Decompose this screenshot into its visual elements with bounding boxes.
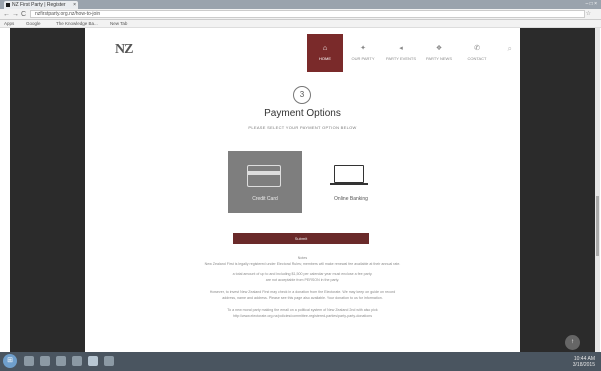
nav-contact[interactable]: ✆ CONTACT [459,34,495,72]
page-title: Payment Options [264,108,341,119]
left-sidebar [10,28,85,352]
bookmark-knowledge-base[interactable]: The Knowledge Ba... [56,20,98,28]
fine-print-line: address, name and address. Please see th… [222,296,383,300]
window-controls[interactable]: – □ × [586,1,598,7]
online-banking-label: Online Banking [334,196,368,202]
browser-titlebar: NZ First Party | Register × – □ × [0,0,601,9]
page-scrollbar[interactable] [595,28,600,352]
explorer-icon[interactable] [24,356,34,366]
star-icon: ✦ [360,45,366,52]
main-nav: ⌂ HOME ✦ OUR PARTY ◂ PARTY EVENTS ❖ PART… [307,34,497,72]
news-icon: ❖ [435,45,443,52]
payment-section: 3 Payment Options PLEASE SELECT YOUR PAY… [85,80,520,352]
system-clock[interactable]: 10:44 AM 3/18/2015 [573,356,595,368]
scrollbar-thumb[interactable] [596,196,599,256]
bookmarks-bar: Apps Google The Knowledge Ba... New Tab [0,20,601,28]
credit-card-label: Credit Card [252,196,278,202]
payment-option-credit-card[interactable]: Credit Card [228,151,302,213]
laptop-icon [334,165,364,183]
bookmark-google[interactable]: Google [26,20,41,28]
fine-print-line: a total amount of up to and including $1… [232,272,373,276]
tab-title: NZ First Party | Register [12,2,66,8]
right-sidebar [520,28,595,352]
nav-our-party-label: OUR PARTY [351,56,375,61]
app-icon[interactable] [104,356,114,366]
laptop-base [330,183,368,185]
site-header: NZ ⌂ HOME ✦ OUR PARTY ◂ PARTY EVENTS ❖ P… [85,28,520,80]
site-logo[interactable]: NZ [115,42,133,58]
notes-heading: Notes [297,256,308,260]
reload-button[interactable]: C [21,10,26,19]
nav-party-news[interactable]: ❖ PARTY NEWS [421,34,457,72]
nav-home[interactable]: ⌂ HOME [307,34,343,72]
nav-party-events[interactable]: ◂ PARTY EVENTS [383,34,419,72]
address-bar-row: ← → C nzfirstparty.org.nz/how-to-join ☆ [0,9,601,20]
back-button[interactable]: ← [3,10,10,19]
home-icon: ⌂ [322,45,328,52]
fine-print-line: New Zealand First is legally registered … [204,262,401,266]
bookmark-new-tab[interactable]: New Tab [110,20,127,28]
ie-icon[interactable] [40,356,50,366]
os-taskbar: ⊞ 10:44 AM 3/18/2015 [0,352,601,371]
submit-button[interactable]: Submit [233,233,369,244]
bookmark-apps[interactable]: Apps [4,20,14,28]
folder-icon[interactable] [72,356,82,366]
favicon-icon [6,3,10,7]
credit-card-icon [247,165,281,187]
fine-print-link[interactable]: http://www.electorate.org.nz/policies/co… [175,314,430,319]
fine-print-line: However, to invest New Zealand First may… [209,290,396,294]
tab-close-icon[interactable]: × [73,1,76,9]
megaphone-icon: ◂ [399,45,403,52]
nav-party-news-label: PARTY NEWS [425,56,452,61]
bookmark-star-icon[interactable]: ☆ [586,10,591,17]
fine-print-line: are not acceptable from PERSON in the pa… [265,278,340,282]
chrome-icon[interactable] [88,356,98,366]
payment-option-online-banking[interactable]: Online Banking [314,151,388,213]
back-to-top-button[interactable]: ↑ [565,335,580,350]
clock-date: 3/18/2015 [572,362,595,368]
media-icon[interactable] [56,356,66,366]
start-button[interactable]: ⊞ [3,354,17,368]
phone-icon: ✆ [474,45,480,52]
fine-print-line: To a new moral party making the email on… [227,308,378,312]
search-icon[interactable]: ⌕ [508,44,512,54]
step-number-badge: 3 [293,86,311,104]
nav-contact-label: CONTACT [467,56,487,61]
nav-our-party[interactable]: ✦ OUR PARTY [345,34,381,72]
browser-tab[interactable]: NZ First Party | Register × [4,1,78,9]
nav-party-events-label: PARTY EVENTS [385,56,416,61]
nav-home-label: HOME [319,56,331,61]
url-input[interactable]: nzfirstparty.org.nz/how-to-join [30,10,585,18]
screen: NZ First Party | Register × – □ × ← → C … [0,0,601,371]
page-subtitle: PLEASE SELECT YOUR PAYMENT OPTION BELOW [248,125,357,130]
forward-button[interactable]: → [12,10,19,19]
